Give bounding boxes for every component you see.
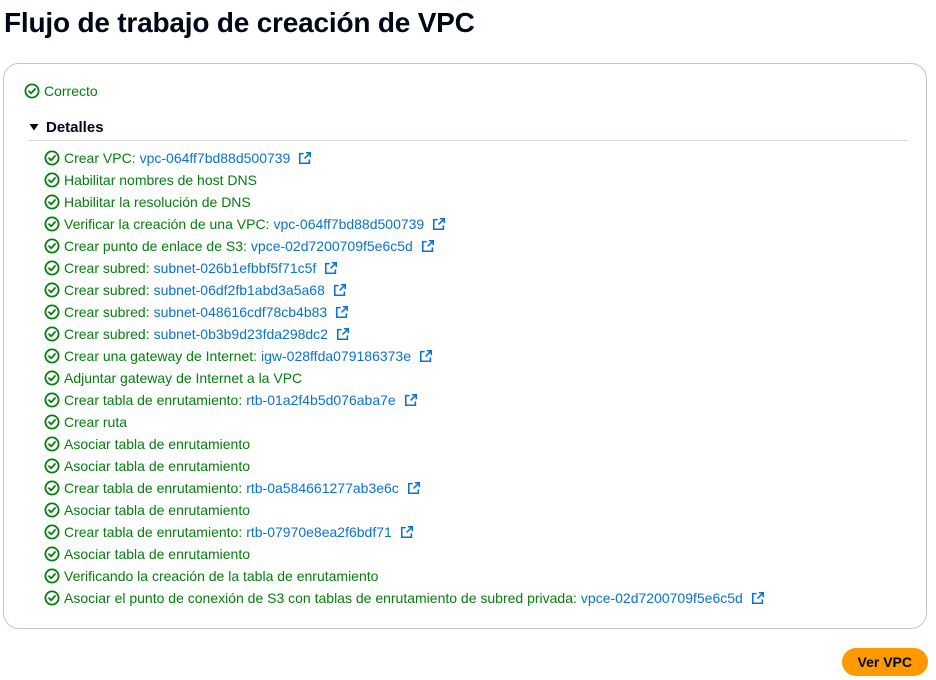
status-success: Correcto — [24, 81, 98, 101]
step-label: Crear tabla de enrutamiento: — [64, 480, 243, 496]
step-label: Crear tabla de enrutamiento: — [64, 392, 243, 408]
details-toggle[interactable]: Detalles — [28, 116, 908, 141]
external-link-icon[interactable] — [335, 305, 349, 319]
workflow-step: Verificar la creación de una VPC: vpc-064… — [44, 213, 765, 235]
step-label: Asociar tabla de enrutamiento — [64, 546, 250, 562]
resource-link[interactable]: subnet-0b3b9d23fda298dc2 — [154, 326, 328, 342]
workflow-step: Asociar el punto de conexión de S3 con t… — [44, 587, 765, 609]
check-circle-icon — [44, 546, 60, 562]
resource-link[interactable]: rtb-01a2f4b5d076aba7e — [246, 392, 395, 408]
step-label: Crear una gateway de Internet: — [64, 348, 258, 364]
check-circle-icon — [44, 392, 60, 408]
workflow-step: Crear tabla de enrutamiento: rtb-01a2f4b5… — [44, 389, 765, 411]
steps-list: Crear VPC: vpc-064ff7bd88d500739 Habilitar… — [44, 147, 765, 609]
workflow-step: Crear subred: subnet-0b3b9d23fda298dc2 — [44, 323, 765, 345]
step-label: Crear ruta — [64, 414, 128, 430]
workflow-step: Crear ruta — [44, 411, 765, 433]
step-label: Habilitar la resolución de DNS — [64, 194, 251, 210]
check-circle-icon — [44, 150, 60, 166]
step-label: Asociar tabla de enrutamiento — [64, 458, 250, 474]
check-circle-icon — [44, 458, 60, 474]
workflow-step: Asociar tabla de enrutamiento — [44, 543, 765, 565]
check-circle-icon — [44, 304, 60, 320]
workflow-step: Crear subred: subnet-048616cdf78cb4b83 — [44, 301, 765, 323]
external-link-icon[interactable] — [407, 481, 421, 495]
step-label: Crear subred: — [64, 260, 150, 276]
resource-link[interactable]: vpc-064ff7bd88d500739 — [140, 150, 291, 166]
workflow-step: Habilitar nombres de host DNS — [44, 169, 765, 191]
resource-link[interactable]: subnet-06df2fb1abd3a5a68 — [154, 282, 325, 298]
workflow-step: Crear subred: subnet-026b1efbbf5f71c5f — [44, 257, 765, 279]
workflow-step: Crear punto de enlace de S3: vpce-02d7200… — [44, 235, 765, 257]
check-circle-icon — [44, 282, 60, 298]
check-circle-icon — [44, 238, 60, 254]
resource-link[interactable]: vpc-064ff7bd88d500739 — [273, 216, 424, 232]
resource-link[interactable]: subnet-048616cdf78cb4b83 — [154, 304, 328, 320]
check-circle-icon — [44, 524, 60, 540]
resource-link[interactable]: rtb-0a584661277ab3e6c — [246, 480, 399, 496]
external-link-icon[interactable] — [400, 525, 414, 539]
step-label: Crear subred: — [64, 282, 150, 298]
resource-link[interactable]: vpce-02d7200709f5e6c5d — [251, 238, 413, 254]
check-circle-icon — [44, 568, 60, 584]
workflow-step: Crear subred: subnet-06df2fb1abd3a5a68 — [44, 279, 765, 301]
view-vpc-button[interactable]: Ver VPC — [841, 648, 928, 676]
external-link-icon[interactable] — [419, 349, 433, 363]
check-circle-icon — [44, 480, 60, 496]
step-label: Crear subred: — [64, 304, 150, 320]
caret-down-icon — [29, 124, 39, 131]
status-label: Correcto — [44, 83, 98, 99]
workflow-step: Asociar tabla de enrutamiento — [44, 499, 765, 521]
step-label: Crear subred: — [64, 326, 150, 342]
workflow-step: Asociar tabla de enrutamiento — [44, 433, 765, 455]
external-link-icon[interactable] — [432, 217, 446, 231]
check-circle-icon — [44, 326, 60, 342]
step-label: Verificando la creación de la tabla de e… — [64, 568, 379, 584]
workflow-step: Asociar tabla de enrutamiento — [44, 455, 765, 477]
check-circle-icon — [44, 436, 60, 452]
step-label: Crear tabla de enrutamiento: — [64, 524, 243, 540]
workflow-step: Habilitar la resolución de DNS — [44, 191, 765, 213]
check-circle-icon — [44, 414, 60, 430]
resource-link[interactable]: rtb-07970e8ea2f6bdf71 — [246, 524, 392, 540]
check-circle-icon — [44, 194, 60, 210]
step-label: Habilitar nombres de host DNS — [64, 172, 257, 188]
check-circle-icon — [44, 590, 60, 606]
check-circle-icon — [44, 370, 60, 386]
step-label: Adjuntar gateway de Internet a la VPC — [64, 370, 303, 386]
external-link-icon[interactable] — [421, 239, 435, 253]
step-label: Crear punto de enlace de S3: — [64, 238, 247, 254]
resource-link[interactable]: subnet-026b1efbbf5f71c5f — [154, 260, 317, 276]
step-label: Crear VPC: — [64, 150, 136, 166]
check-circle-icon — [44, 348, 60, 364]
workflow-card: Correcto Detalles Crear VPC: vpc-064ff7bd… — [3, 63, 927, 629]
resource-link[interactable]: igw-028ffda079186373e — [261, 348, 411, 364]
check-circle-icon — [24, 83, 40, 99]
details-title: Detalles — [46, 118, 104, 136]
workflow-step: Crear una gateway de Internet: igw-028ffd… — [44, 345, 765, 367]
workflow-step: Adjuntar gateway de Internet a la VPC — [44, 367, 765, 389]
page-title: Flujo de trabajo de creación de VPC — [4, 7, 475, 38]
workflow-step: Crear VPC: vpc-064ff7bd88d500739 — [44, 147, 765, 169]
external-link-icon[interactable] — [333, 283, 347, 297]
external-link-icon[interactable] — [324, 261, 338, 275]
check-circle-icon — [44, 260, 60, 276]
external-link-icon[interactable] — [751, 591, 765, 605]
check-circle-icon — [44, 216, 60, 232]
step-label: Asociar tabla de enrutamiento — [64, 502, 250, 518]
external-link-icon[interactable] — [298, 151, 312, 165]
workflow-step: Crear tabla de enrutamiento: rtb-0a584661… — [44, 477, 765, 499]
external-link-icon[interactable] — [336, 327, 350, 341]
workflow-step: Verificando la creación de la tabla de e… — [44, 565, 765, 587]
check-circle-icon — [44, 502, 60, 518]
workflow-step: Crear tabla de enrutamiento: rtb-07970e8e… — [44, 521, 765, 543]
external-link-icon[interactable] — [404, 393, 418, 407]
check-circle-icon — [44, 172, 60, 188]
step-label: Asociar tabla de enrutamiento — [64, 436, 250, 452]
step-label: Asociar el punto de conexión de S3 con t… — [64, 590, 577, 606]
resource-link[interactable]: vpce-02d7200709f5e6c5d — [581, 590, 743, 606]
step-label: Verificar la creación de una VPC: — [64, 216, 270, 232]
